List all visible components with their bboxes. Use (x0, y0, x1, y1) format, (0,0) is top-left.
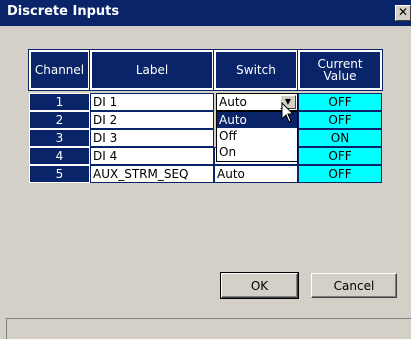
label-cell[interactable]: DI 1 (90, 93, 214, 111)
column-header-channel: Channel (28, 49, 91, 91)
current-value-cell: OFF (298, 165, 382, 183)
switch-cell[interactable]: Auto (214, 165, 298, 183)
label-cell[interactable]: DI 2 (90, 111, 214, 129)
channel-cell: 3 (29, 129, 90, 147)
channel-cell: 1 (29, 93, 90, 111)
mouse-pointer-icon (281, 102, 295, 123)
ok-button[interactable]: OK (220, 272, 299, 299)
close-button[interactable]: ✕ (395, 5, 411, 21)
current-value-cell: ON (298, 129, 382, 147)
channel-cell: 4 (29, 147, 90, 165)
column-header-current-value: Current Value (297, 49, 383, 91)
title-bar: Discrete Inputs ✕ (0, 0, 411, 26)
switch-combobox-value: Auto (219, 95, 274, 109)
current-value-header-line2: Value (323, 69, 357, 83)
column-header-label: Label (89, 49, 215, 91)
current-value-cell: OFF (298, 147, 382, 165)
label-cell[interactable]: AUX_STRM_SEQ (90, 165, 214, 183)
close-icon: ✕ (397, 5, 409, 19)
cancel-button[interactable]: Cancel (311, 273, 397, 298)
label-cell[interactable]: DI 4 (90, 147, 214, 165)
status-bar (6, 318, 411, 339)
column-header-switch: Switch (213, 49, 299, 91)
channel-cell: 5 (29, 165, 90, 183)
current-value-cell: OFF (298, 93, 382, 111)
current-value-cell: OFF (298, 111, 382, 129)
dropdown-option-off[interactable]: Off (217, 128, 297, 144)
dropdown-option-on[interactable]: On (217, 144, 297, 160)
label-cell[interactable]: DI 3 (90, 129, 214, 147)
window-title: Discrete Inputs (7, 4, 120, 19)
channel-cell: 2 (29, 111, 90, 129)
